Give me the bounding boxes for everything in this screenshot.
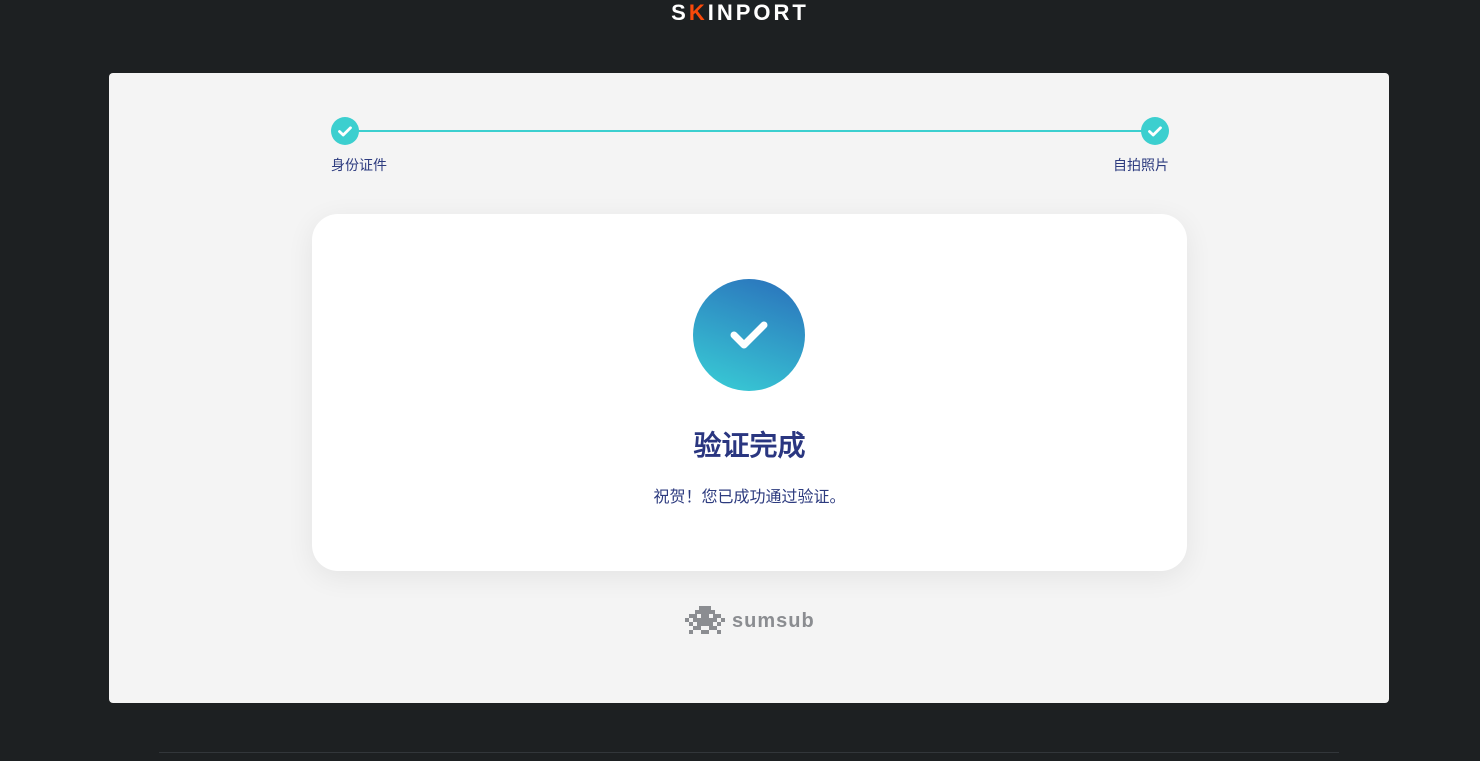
skinport-logo[interactable]: SKINPORT <box>0 1 1480 25</box>
check-icon <box>1141 117 1169 145</box>
brand-name: sumsub <box>732 609 815 632</box>
check-icon <box>331 117 359 145</box>
result-title: 验证完成 <box>693 429 806 462</box>
logo-text-accent: K <box>688 0 708 25</box>
sumsub-brand[interactable]: sumsub <box>685 605 815 637</box>
check-icon <box>693 279 805 391</box>
stepper-line <box>345 130 1155 132</box>
step-id-document: 身份证件 <box>331 117 387 174</box>
step-selfie: 自拍照片 <box>1113 117 1169 174</box>
step-label: 自拍照片 <box>1113 158 1169 174</box>
result-card: 验证完成 祝贺！您已成功通过验证。 <box>312 214 1187 571</box>
footer-divider <box>159 752 1339 753</box>
verification-panel: 身份证件 自拍照片 验证完成 祝贺！您已成功通过验证。 sumsub <box>109 73 1389 703</box>
step-label: 身份证件 <box>331 158 387 174</box>
result-description: 祝贺！您已成功通过验证。 <box>653 487 846 506</box>
progress-stepper: 身份证件 自拍照片 <box>331 117 1169 177</box>
logo-text-pre: S <box>671 0 689 25</box>
sumsub-logo-icon <box>685 606 725 634</box>
logo-text-post: INPORT <box>707 0 809 25</box>
